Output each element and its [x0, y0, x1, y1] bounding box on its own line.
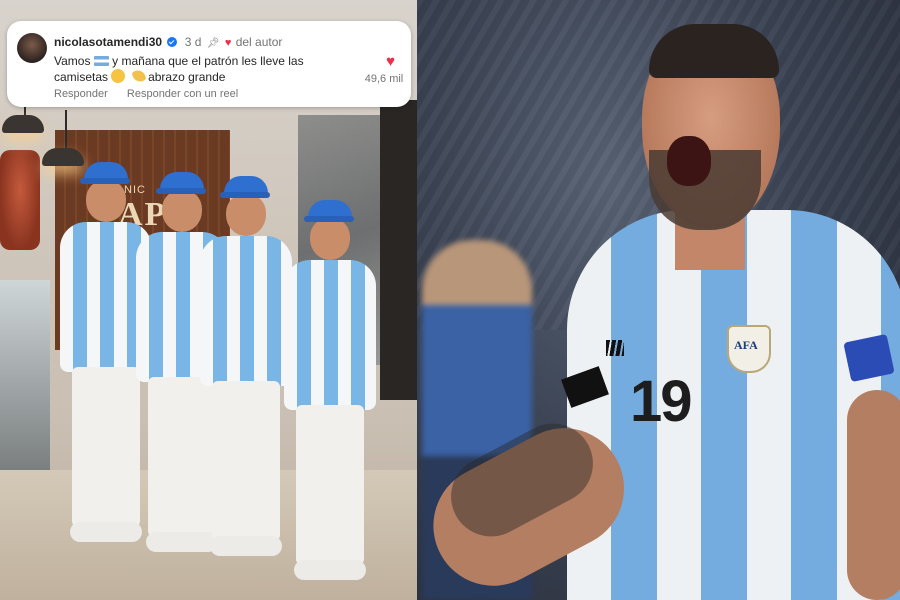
username[interactable]: nicolasotamendi30 — [54, 35, 162, 49]
left-photo: NIC AP nicolasotamendi30 3 d 📌︎ ♥ del au… — [0, 0, 417, 600]
shelf — [380, 100, 417, 400]
comment-header: nicolasotamendi30 3 d 📌︎ ♥ del autor — [54, 35, 282, 49]
argentina-flag-icon — [93, 56, 109, 66]
verified-badge-icon — [167, 37, 178, 47]
comment-age: 3 d — [184, 35, 202, 49]
lamp-cord — [65, 110, 67, 150]
shop-sign-small: NIC — [124, 184, 146, 196]
comment-text: Vamos y mañana que el patrón les lleve l… — [54, 54, 354, 85]
comment-text-part1: Vamos — [54, 54, 91, 68]
liked-by-author-label: del autor — [235, 35, 283, 49]
pendant-lamp — [42, 148, 84, 166]
strong-arm-emoji-icon — [131, 68, 147, 84]
heart-icon: ♥ — [224, 37, 232, 49]
player-mouth — [667, 136, 711, 186]
pendant-lamp — [2, 115, 44, 133]
pin-icon: 📌︎ — [206, 38, 220, 49]
shirt-number: 19 — [630, 369, 692, 434]
like-count: 49,6 mil — [364, 73, 404, 85]
comment-actions: Responder Responder con un reel — [54, 88, 254, 100]
right-photo: AFA 19 — [417, 0, 900, 600]
laughing-emoji-icon — [111, 69, 126, 83]
player-arm-right — [847, 390, 900, 600]
comment-card: nicolasotamendi30 3 d 📌︎ ♥ del autor Vam… — [7, 21, 411, 107]
player-hair — [649, 24, 779, 78]
comment-text-part3: abrazo grande — [148, 70, 226, 84]
adidas-logo-icon — [606, 340, 624, 356]
reply-with-reel-button[interactable]: Responder con un reel — [127, 88, 238, 100]
reply-button[interactable]: Responder — [54, 88, 108, 100]
afa-crest-text: AFA — [734, 338, 758, 352]
hanging-meat — [0, 150, 40, 250]
avatar[interactable] — [17, 33, 47, 63]
like-heart-icon[interactable]: ♥ — [386, 53, 395, 70]
